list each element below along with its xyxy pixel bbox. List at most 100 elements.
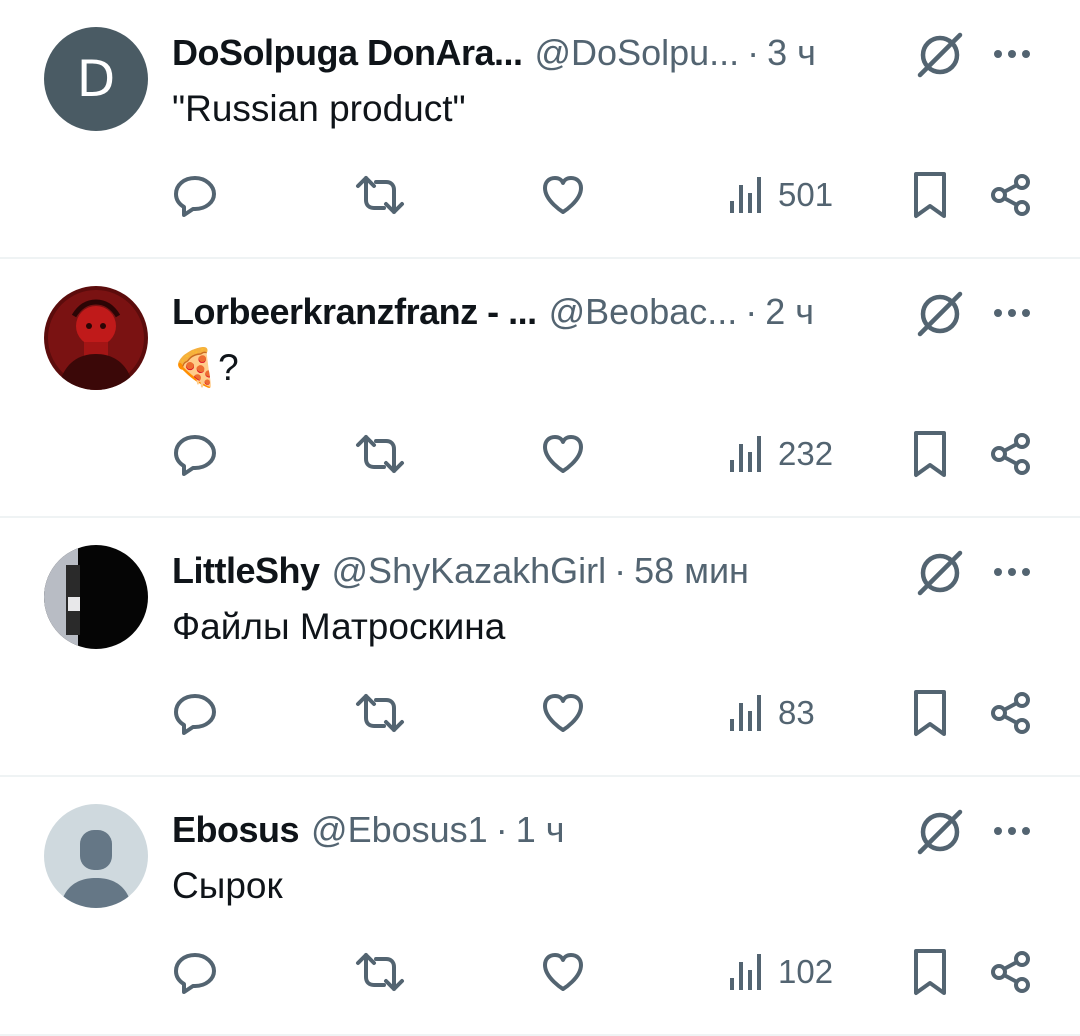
retweet-button[interactable] [352, 940, 408, 1004]
action-bar: 83 [0, 681, 1080, 745]
tweet-text: Сырок [172, 865, 283, 906]
separator: · [745, 291, 758, 332]
avatar[interactable] [44, 286, 148, 390]
separator: · [747, 32, 760, 73]
more-icon[interactable] [990, 299, 1034, 327]
timestamp[interactable]: 1 ч [516, 809, 565, 851]
reply-icon [174, 176, 216, 217]
avatar[interactable] [44, 804, 148, 908]
views-count: 501 [778, 176, 834, 213]
author-name[interactable]: Ebosus [172, 809, 300, 851]
retweet-icon [356, 953, 404, 991]
reply-feed: D DoSolpuga DonAra... @DoSolpu... · 3 ч … [0, 0, 1080, 1036]
tweet[interactable]: Lorbeerkranzfranz - ... @Beobac... · 2 ч… [0, 259, 1080, 518]
share-icon [991, 433, 1030, 475]
like-icon [543, 176, 583, 214]
avatar-letter: D [44, 27, 148, 131]
share-icon [991, 692, 1030, 734]
separator: · [495, 809, 508, 850]
views-icon [730, 695, 761, 731]
tweet-header: LittleShy @ShyKazakhGirl · 58 мин [172, 548, 890, 594]
reply-button[interactable] [172, 422, 218, 486]
views-icon [730, 177, 761, 213]
reply-icon [174, 953, 216, 994]
author-handle[interactable]: @ShyKazakhGirl [332, 550, 607, 592]
retweet-button[interactable] [352, 681, 408, 745]
action-bar: 501 [0, 163, 1080, 227]
avatar[interactable] [44, 545, 148, 649]
like-icon [543, 435, 583, 473]
views-button[interactable]: 501 [728, 163, 833, 227]
share-button[interactable] [988, 940, 1034, 1004]
tweet[interactable]: Ebosus @Ebosus1 · 1 ч Сырок 102 [0, 777, 1080, 1036]
share-button[interactable] [988, 163, 1034, 227]
bookmark-button[interactable] [910, 940, 950, 1004]
grok-icon[interactable] [912, 286, 968, 342]
tweet-header: Ebosus @Ebosus1 · 1 ч [172, 807, 890, 853]
author-name[interactable]: Lorbeerkranzfranz - ... [172, 291, 537, 333]
retweet-button[interactable] [352, 422, 408, 486]
retweet-button[interactable] [352, 163, 408, 227]
default-avatar-icon [44, 804, 148, 908]
tweet-text: Файлы Матроскина [172, 606, 506, 647]
timestamp[interactable]: 58 мин [634, 550, 749, 592]
avatar[interactable]: D [44, 27, 148, 131]
avatar-image [44, 286, 148, 390]
action-bar: 232 [0, 422, 1080, 486]
bookmark-button[interactable] [910, 422, 950, 486]
tweet-header: Lorbeerkranzfranz - ... @Beobac... · 2 ч [172, 289, 890, 335]
action-bar: 102 [0, 940, 1080, 1004]
like-button[interactable] [540, 163, 586, 227]
views-icon [730, 436, 761, 472]
author-handle[interactable]: @Beobac... [549, 291, 738, 333]
retweet-icon [356, 176, 404, 214]
tweet[interactable]: D DoSolpuga DonAra... @DoSolpu... · 3 ч … [0, 0, 1080, 259]
more-icon[interactable] [990, 558, 1034, 586]
separator: · [614, 550, 627, 591]
more-icon[interactable] [990, 817, 1034, 845]
like-icon [543, 953, 583, 991]
share-button[interactable] [988, 681, 1034, 745]
grok-icon[interactable] [912, 804, 968, 860]
views-button[interactable]: 232 [728, 422, 833, 486]
bookmark-icon [914, 431, 946, 477]
tweet-header: DoSolpuga DonAra... @DoSolpu... · 3 ч [172, 30, 890, 76]
bookmark-icon [914, 949, 946, 995]
share-button[interactable] [988, 422, 1034, 486]
author-handle[interactable]: @Ebosus1 [311, 809, 488, 851]
bookmark-icon [914, 172, 946, 218]
tweet[interactable]: LittleShy @ShyKazakhGirl · 58 мин Файлы … [0, 518, 1080, 777]
bookmark-button[interactable] [910, 681, 950, 745]
reply-button[interactable] [172, 163, 218, 227]
reply-icon [174, 435, 216, 476]
views-icon [730, 954, 761, 990]
author-name[interactable]: DoSolpuga DonAra... [172, 32, 523, 74]
bookmark-button[interactable] [910, 163, 950, 227]
retweet-icon [356, 694, 404, 732]
tweet-text: 🍕? [172, 347, 239, 388]
like-icon [543, 694, 583, 732]
more-icon[interactable] [990, 40, 1034, 68]
reply-button[interactable] [172, 940, 218, 1004]
grok-icon[interactable] [912, 27, 968, 83]
views-count: 83 [778, 694, 815, 731]
views-count: 232 [778, 435, 834, 472]
reply-button[interactable] [172, 681, 218, 745]
author-name[interactable]: LittleShy [172, 550, 320, 592]
reply-icon [174, 694, 216, 735]
views-button[interactable]: 83 [728, 681, 815, 745]
avatar-image [44, 545, 148, 649]
views-count: 102 [778, 953, 834, 990]
tweet-text: "Russian product" [172, 88, 466, 129]
timestamp[interactable]: 3 ч [767, 32, 816, 74]
share-icon [991, 951, 1030, 993]
like-button[interactable] [540, 940, 586, 1004]
author-handle[interactable]: @DoSolpu... [535, 32, 740, 74]
like-button[interactable] [540, 681, 586, 745]
share-icon [991, 174, 1030, 216]
grok-icon[interactable] [912, 545, 968, 601]
like-button[interactable] [540, 422, 586, 486]
views-button[interactable]: 102 [728, 940, 833, 1004]
timestamp[interactable]: 2 ч [765, 291, 814, 333]
retweet-icon [356, 435, 404, 473]
